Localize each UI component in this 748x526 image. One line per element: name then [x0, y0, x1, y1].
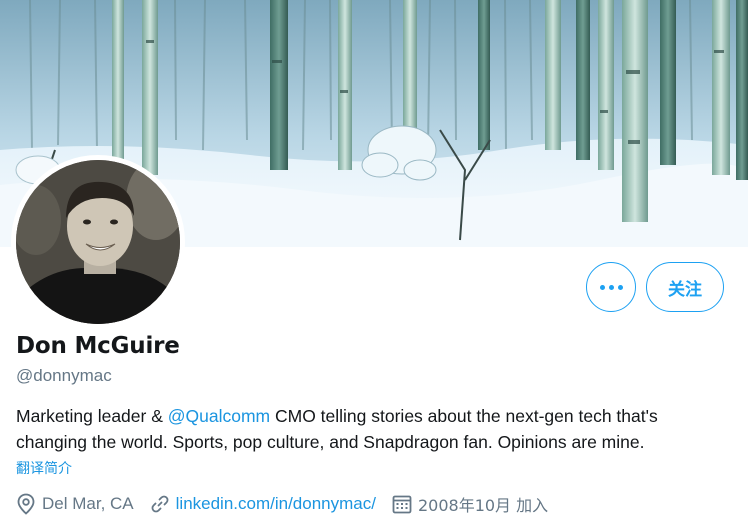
follow-button[interactable]: 关注 — [646, 262, 724, 312]
profile-joined-date: 2008年10月 加入 — [392, 492, 548, 516]
profile-joined-text: 2008年10月 加入 — [417, 496, 549, 515]
link-icon — [151, 495, 169, 513]
profile-bio: Marketing leader & @Qualcomm CMO telling… — [16, 403, 732, 455]
location-pin-icon — [17, 493, 35, 515]
bio-mention-link[interactable]: @Qualcomm — [168, 406, 270, 426]
profile-handle: @donnymac — [16, 366, 112, 385]
profile-location-text: Del Mar, CA — [42, 494, 134, 513]
profile-page: 关注 Don McGuire @donnymac Marketing leade… — [0, 0, 748, 526]
profile-location: Del Mar, CA — [16, 493, 134, 515]
avatar-photo — [16, 160, 180, 324]
profile-meta-row: Del Mar, CA linkedin.com/in/donnymac/ 20… — [16, 492, 564, 516]
profile-website-link[interactable]: linkedin.com/in/donnymac/ — [176, 494, 376, 514]
translate-bio-link[interactable]: 翻译简介 — [16, 458, 72, 478]
profile-website: linkedin.com/in/donnymac/ — [150, 494, 376, 514]
bio-text-before: Marketing leader & — [16, 406, 168, 426]
more-horizontal-icon — [599, 284, 623, 290]
profile-display-name: Don McGuire — [16, 333, 180, 359]
more-options-button[interactable] — [586, 262, 636, 312]
avatar-portrait-illustration — [16, 160, 180, 324]
profile-avatar[interactable] — [11, 155, 185, 329]
calendar-icon — [392, 495, 412, 514]
